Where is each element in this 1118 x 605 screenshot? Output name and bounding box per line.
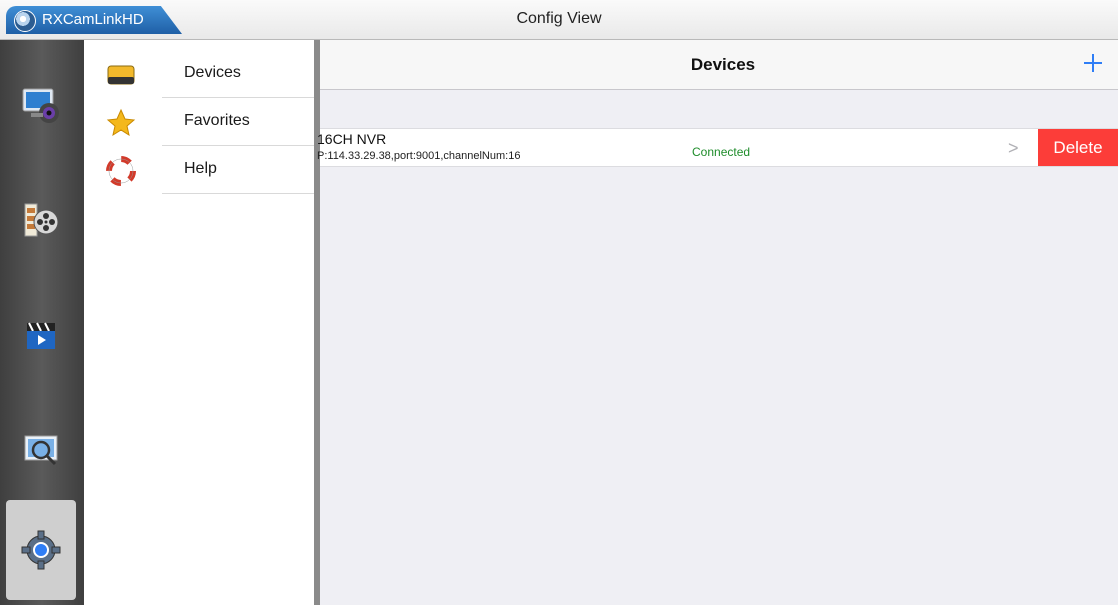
rail-live-view-button[interactable] [6,55,76,155]
add-device-button[interactable] [1078,48,1108,78]
rail-video-button[interactable] [6,285,76,385]
window-title: Config View [516,10,602,27]
nav-bar: Devices [320,40,1118,90]
menu-separator [162,193,314,194]
chevron-right-icon[interactable]: > [1008,138,1019,159]
menu-item-label: Favorites [184,112,250,129]
lifebuoy-icon [106,156,136,186]
search-picture-icon [19,428,63,472]
menu-item-devices[interactable]: Devices [84,50,314,98]
menu-item-help[interactable]: Help [84,146,314,194]
title-bar: RXCamLinkHD Config View [0,0,1118,40]
menu-item-favorites[interactable]: Favorites [84,98,314,146]
main-content: Devices 16CH NVR P:114.33.29.38,port:900… [317,40,1118,605]
device-status: Connected [692,145,751,159]
tool-rail [0,40,84,605]
settings-gear-icon [19,528,63,572]
rail-playback-button[interactable] [6,170,76,270]
device-info: P:114.33.29.38,port:9001,channelNum:16 [317,150,521,162]
side-menu: Devices Favorites Help [84,40,320,605]
dvr-device-icon [106,60,136,90]
rail-search-button[interactable] [6,400,76,500]
menu-item-label: Devices [184,64,241,81]
monitor-camera-icon [19,83,63,127]
menu-item-label: Help [184,160,217,177]
page-title: Devices [690,55,756,74]
clapperboard-icon [19,313,63,357]
rail-settings-button[interactable] [6,500,76,600]
film-reel-icon [19,198,63,242]
device-name: 16CH NVR [317,131,387,147]
device-row[interactable]: 16CH NVR P:114.33.29.38,port:9001,channe… [317,128,1118,167]
star-icon [106,108,136,138]
delete-button[interactable]: Delete [1038,129,1118,166]
